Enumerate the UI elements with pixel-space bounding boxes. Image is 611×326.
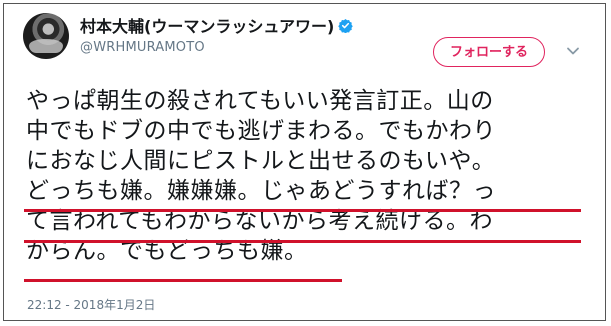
display-name[interactable]: 村本大輔(ウーマンラッシュアワー) xyxy=(80,13,334,37)
display-name-row: 村本大輔(ウーマンラッシュアワー) xyxy=(80,13,354,37)
user-info: 村本大輔(ウーマンラッシュアワー) @WRHMURAMOTO xyxy=(80,13,354,55)
tweet-timestamp[interactable]: 22:12 - 2018年1月2日 xyxy=(27,296,155,313)
username[interactable]: @WRHMURAMOTO xyxy=(80,40,353,55)
red-underline-annotation xyxy=(24,279,342,282)
tweet-text-line: やっぱ朝生の殺されてもいい発言訂正。山の xyxy=(26,88,494,114)
tweet-text: やっぱ朝生の殺されてもいい発言訂正。山の 中でもドブの中でも逃げまわる。でもかわ… xyxy=(26,86,596,266)
follow-button[interactable]: フォローする xyxy=(433,37,545,67)
tweet-text-line: 中でもドブの中でも逃げまわる。でもかわり xyxy=(26,118,496,144)
red-underline-annotation xyxy=(24,240,581,243)
tweet-text-line: どっちも嫌。嫌嫌嫌。じゃあどうすれば？っ xyxy=(26,178,496,204)
red-underline-annotation xyxy=(24,209,581,212)
tweet-text-line: におなじ人間にピストルと出せるのもいや。 xyxy=(26,148,496,174)
verified-badge-icon xyxy=(338,18,354,33)
chevron-down-icon[interactable] xyxy=(566,44,580,58)
avatar[interactable] xyxy=(23,13,69,59)
